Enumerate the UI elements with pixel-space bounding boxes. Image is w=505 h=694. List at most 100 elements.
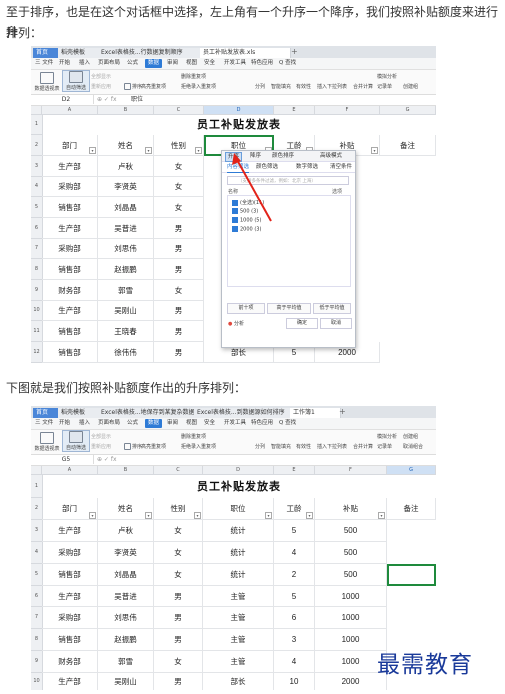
menu-item[interactable]: 审阅 <box>167 59 178 68</box>
menu-item[interactable]: 视图 <box>186 59 197 68</box>
table-cell[interactable]: 李贤英 <box>98 177 154 197</box>
table-cell[interactable]: 吴刚山 <box>98 673 154 690</box>
menu-item[interactable]: 三 文件 <box>35 59 53 68</box>
sort-ascending-button[interactable]: 升序 <box>225 152 243 162</box>
dropdown-button[interactable]: 插入下拉列表 <box>317 83 347 90</box>
sort-button[interactable]: 排序 <box>124 83 142 90</box>
tab-doc-2[interactable]: Excel表格技...到数据源如何排序 <box>194 408 295 418</box>
table-cell[interactable]: 5 <box>274 520 315 542</box>
cancel-button[interactable]: 取消 <box>320 318 352 329</box>
filter-dropdown-icon[interactable]: ▾ <box>265 512 272 519</box>
tab-template[interactable]: 稻壳模板 <box>58 408 103 418</box>
table-cell[interactable]: 主管 <box>203 629 274 651</box>
table-cell[interactable]: 女 <box>154 197 204 218</box>
filter-dropdown-icon[interactable]: ▾ <box>145 147 152 154</box>
highlight-dup-button[interactable]: 高亮重复项 <box>141 83 166 90</box>
highlight-dup-button[interactable]: 高亮重复项 <box>141 443 166 450</box>
sort-descending-button[interactable]: 降序 <box>250 152 261 160</box>
table-cell[interactable]: 生产部 <box>42 520 98 542</box>
fx-icon[interactable]: ⊕ ✓ fx <box>97 455 117 465</box>
tab-doc[interactable]: Excel表格技...行数据复制顺序 <box>98 48 205 58</box>
menu-item[interactable]: 插入 <box>79 59 90 68</box>
table-cell[interactable]: 500 <box>315 564 387 586</box>
menu-item[interactable]: 视图 <box>186 419 197 428</box>
formula-input[interactable]: 职位 <box>131 95 143 105</box>
menu-item[interactable]: 页面布局 <box>98 419 120 428</box>
table-cell[interactable]: 采购部 <box>42 239 98 259</box>
table-cell[interactable]: 统计 <box>203 564 274 586</box>
checkbox-icon[interactable] <box>232 217 238 223</box>
table-cell[interactable]: 刘思伟 <box>98 239 154 259</box>
table-cell[interactable]: 郭雪 <box>98 280 154 301</box>
table-cell[interactable]: 统计 <box>203 520 274 542</box>
menu-item[interactable]: 数据 <box>145 419 163 428</box>
table-cell[interactable]: 男 <box>154 607 203 629</box>
tab-content-filter[interactable]: 内容筛选 <box>227 163 250 173</box>
table-cell[interactable]: 主管 <box>203 651 274 673</box>
table-cell[interactable]: 部长 <box>203 673 274 690</box>
table-cell[interactable]: 女 <box>154 651 203 673</box>
table-cell[interactable]: 采购部 <box>42 607 98 629</box>
table-cell[interactable]: 生产部 <box>42 156 98 177</box>
table-cell[interactable]: 男 <box>154 239 204 259</box>
column-header[interactable]: B <box>98 466 154 475</box>
column-header[interactable]: F <box>315 106 380 115</box>
menu-item[interactable]: 三 文件 <box>35 419 53 428</box>
table-cell[interactable]: 王晓春 <box>98 321 154 342</box>
menu-item[interactable]: 特色应用 <box>251 59 273 68</box>
table-cell[interactable]: 主管 <box>203 586 274 607</box>
table-cell[interactable]: 财务部 <box>42 651 98 673</box>
table-cell[interactable]: 徐伟伟 <box>98 342 154 363</box>
above-average-button[interactable]: 高于平均值 <box>267 303 311 314</box>
tab-template[interactable]: 稻壳模板 <box>58 48 103 58</box>
column-header[interactable]: A <box>42 106 98 115</box>
menu-item[interactable]: Q 查找 <box>279 59 296 68</box>
menu-item[interactable]: 页面布局 <box>98 59 120 68</box>
table-cell[interactable]: 10 <box>274 673 315 690</box>
name-box[interactable]: G5 <box>39 455 94 464</box>
show-all-button[interactable]: 全部显示 <box>91 73 111 80</box>
table-cell[interactable]: 刘思伟 <box>98 607 154 629</box>
filter-dropdown-icon[interactable]: ▾ <box>194 512 201 519</box>
table-cell[interactable]: 500 <box>315 542 387 564</box>
tab-active-doc[interactable]: 员工补贴发放表.xls <box>200 48 291 58</box>
table-cell[interactable]: 赵振鹏 <box>98 259 154 280</box>
validity-button[interactable]: 有效性 <box>296 443 311 450</box>
advanced-mode-button[interactable]: 高级模式 <box>320 152 342 160</box>
table-cell[interactable]: 销售部 <box>42 321 98 342</box>
below-average-button[interactable]: 低于平均值 <box>313 303 351 314</box>
table-cell[interactable]: 2 <box>274 564 315 586</box>
table-cell[interactable]: 男 <box>154 342 204 363</box>
analyze-link[interactable]: ● 分析 <box>228 320 244 329</box>
column-header[interactable]: C <box>154 466 203 475</box>
table-cell[interactable]: 男 <box>154 218 204 239</box>
table-cell[interactable]: 男 <box>154 301 204 321</box>
filter-dropdown-icon[interactable]: ▾ <box>89 512 96 519</box>
menu-item[interactable]: 审阅 <box>167 419 178 428</box>
validity-button[interactable]: 有效性 <box>296 83 311 90</box>
fill-button[interactable]: 智能填充 <box>271 443 291 450</box>
consolidate-button[interactable]: 合并计算 <box>353 443 373 450</box>
table-cell[interactable]: 5 <box>274 586 315 607</box>
menu-item[interactable]: 安全 <box>204 419 215 428</box>
filter-dropdown-icon[interactable]: ▾ <box>378 512 385 519</box>
table-cell[interactable]: 女 <box>154 156 204 177</box>
table-cell[interactable]: 女 <box>154 564 203 586</box>
table-cell[interactable]: 4 <box>274 651 315 673</box>
table-cell[interactable]: 补贴 <box>315 498 387 520</box>
filter-dropdown-icon[interactable]: ▾ <box>306 512 313 519</box>
new-tab-icon[interactable]: + <box>291 47 298 56</box>
list-item[interactable]: 500 (3) <box>232 208 258 215</box>
consolidate-button[interactable]: 合并计算 <box>353 83 373 90</box>
column-header[interactable]: E <box>274 106 315 115</box>
table-cell[interactable]: 男 <box>154 586 203 607</box>
checkbox-icon[interactable] <box>232 226 238 232</box>
menu-item[interactable]: 公式 <box>127 419 138 428</box>
record-button[interactable]: 记录单 <box>377 443 392 450</box>
menu-item[interactable]: 特色应用 <box>251 419 273 428</box>
group-button[interactable]: 创建组 <box>403 83 418 90</box>
list-item[interactable]: (全选)(11) <box>232 199 264 206</box>
table-cell[interactable]: 女 <box>154 520 203 542</box>
table-cell[interactable]: 卢秋 <box>98 156 154 177</box>
table-cell[interactable]: 李贤英 <box>98 542 154 564</box>
